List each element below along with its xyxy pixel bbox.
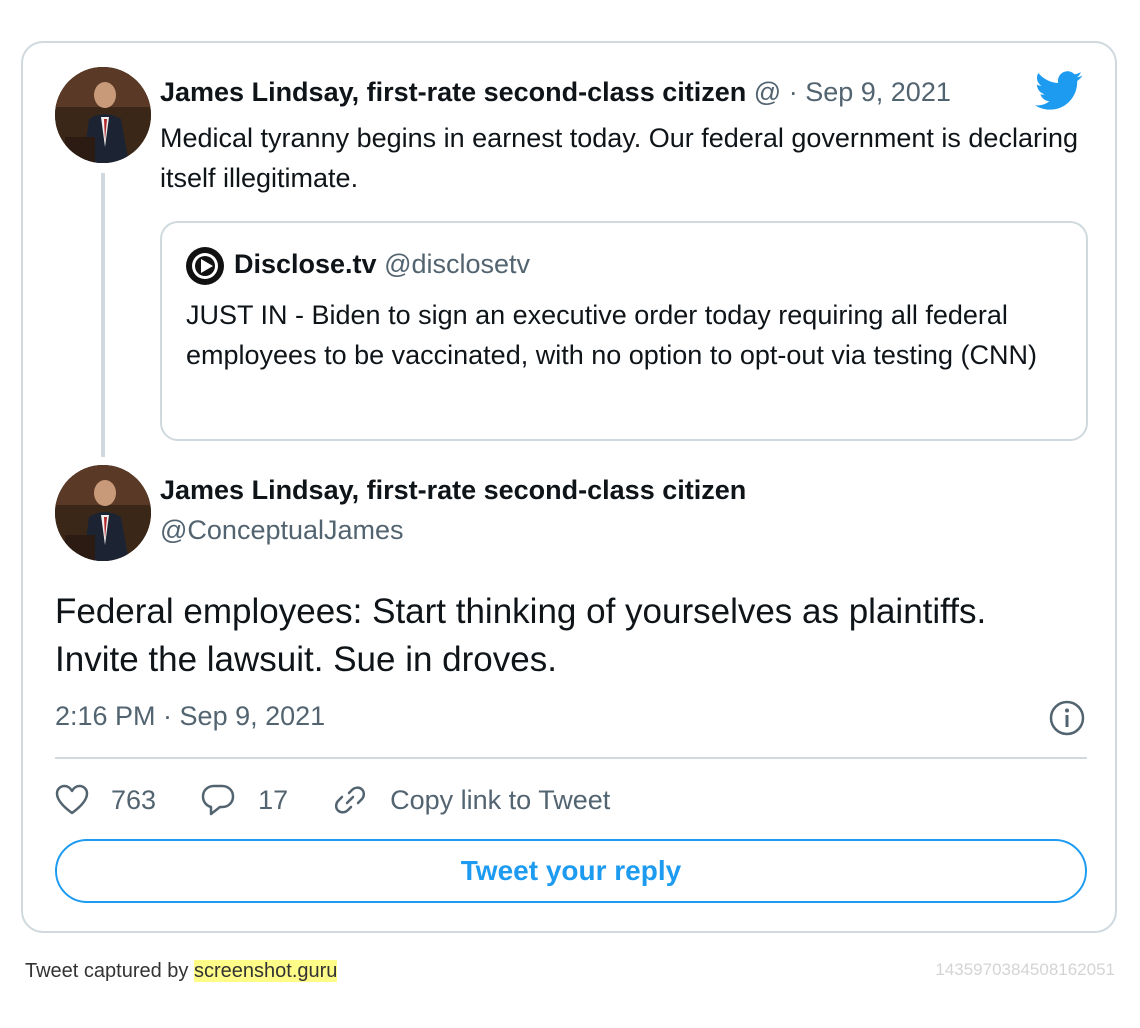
link-icon [335, 786, 366, 814]
reply-button[interactable]: 17 [200, 783, 288, 817]
author-name[interactable]: James Lindsay, first-rate second-class c… [160, 77, 746, 107]
quoted-tweet-text: JUST IN - Biden to sign an executive ord… [186, 300, 1037, 370]
author-handle[interactable]: @ConceptualJames [160, 515, 404, 546]
tweet-id: 1435970384508162051 [935, 960, 1115, 979]
quoted-author-name: Disclose.tv [234, 249, 377, 279]
screenshot-guru-link[interactable]: screenshot.guru [193, 960, 338, 982]
heart-icon [55, 784, 89, 815]
action-bar: 763 17 Copy link to Tweet [55, 778, 654, 822]
tweet-your-reply-button[interactable]: Tweet your reply [55, 839, 1087, 903]
quoted-author: Disclose.tv @disclosetv [234, 249, 530, 280]
quoted-author-handle: @disclosetv [384, 249, 531, 279]
tweet-date[interactable]: Sep 9, 2021 [805, 77, 951, 107]
captured-by-label: Tweet captured by [25, 960, 194, 982]
parent-tweet-text: Medical tyranny begins in earnest today.… [160, 123, 1078, 193]
divider [55, 757, 1087, 759]
thread-line [101, 173, 105, 457]
author-name[interactable]: James Lindsay, first-rate second-class c… [160, 475, 746, 506]
like-button[interactable]: 763 [55, 784, 156, 816]
quoted-tweet[interactable]: Disclose.tv @disclosetv JUST IN - Biden … [160, 221, 1088, 441]
info-icon[interactable] [1049, 700, 1085, 736]
parent-tweet-header: James Lindsay, first-rate second-class c… [160, 77, 951, 108]
twitter-bird-icon[interactable] [1035, 71, 1083, 111]
disclosetv-logo-icon [186, 247, 224, 285]
author-handle[interactable]: @ [754, 77, 781, 107]
avatar[interactable] [55, 465, 151, 561]
reply-count: 17 [258, 784, 289, 815]
reply-bubble-icon [201, 784, 235, 816]
tweet-timestamp[interactable]: 2:16 PM · Sep 9, 2021 [55, 701, 325, 732]
capture-credit: Tweet captured by screenshot.guru [25, 960, 338, 983]
tweet-card: James Lindsay, first-rate second-class c… [21, 41, 1117, 933]
avatar[interactable] [55, 67, 151, 163]
main-tweet-text: Federal employees: Start thinking of you… [55, 592, 987, 679]
copy-link-label: Copy link to Tweet [390, 784, 611, 815]
copy-link-button[interactable]: Copy link to Tweet [332, 782, 610, 818]
like-count: 763 [111, 784, 157, 815]
separator: · [788, 77, 798, 107]
